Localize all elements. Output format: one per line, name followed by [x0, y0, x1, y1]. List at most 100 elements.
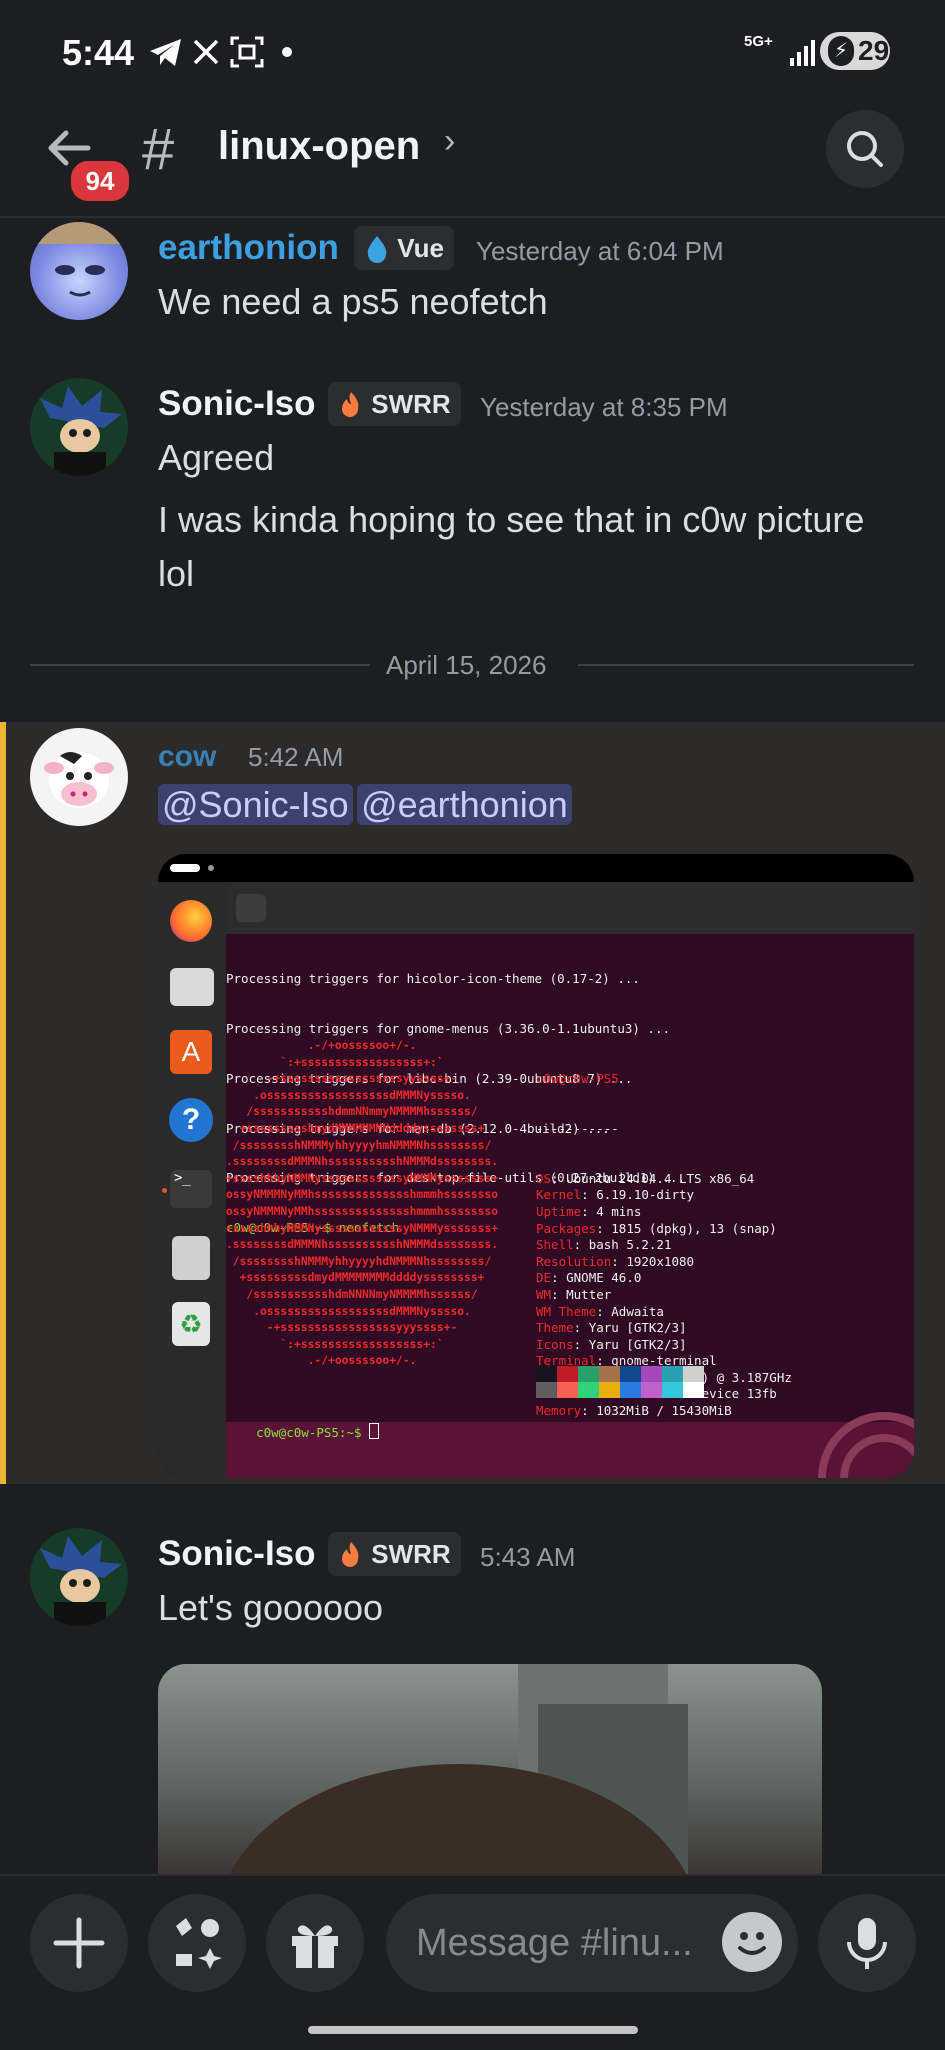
- message-text: Let's goooooo: [158, 1587, 384, 1628]
- ubuntu-logo-icon: [818, 1412, 914, 1478]
- info-value: : Yaru [GTK2/3]: [573, 1336, 687, 1352]
- ascii-line: +sssshhhyNMMNyssssssssssssyNMMMysssssss+: [226, 1221, 499, 1235]
- user-tag: SWRR: [328, 1532, 461, 1576]
- info-value: : 6.19.10-dirty: [581, 1187, 695, 1203]
- channel-hash-icon: #: [142, 117, 175, 182]
- status-time: 5:44: [62, 32, 135, 73]
- avatar[interactable]: [30, 222, 128, 320]
- separator: -----------: [536, 1120, 619, 1136]
- ascii-line: ossyNMMMNyMMhsssssssssssssshmmmhssssssso: [226, 1204, 499, 1218]
- palette-swatch: [620, 1382, 641, 1398]
- info-key: WM Theme: [536, 1303, 597, 1319]
- cursor: [369, 1422, 379, 1439]
- new-tab-icon[interactable]: [236, 894, 266, 922]
- search-button[interactable]: [826, 110, 904, 188]
- ascii-line: /ssssssssssshdmNNNNmyNMMMMhssssss/: [226, 1287, 478, 1301]
- avatar[interactable]: [30, 378, 128, 476]
- terminal-titlebar: [226, 882, 914, 934]
- avatar[interactable]: [30, 728, 128, 826]
- info-value: : 4 mins: [581, 1203, 642, 1219]
- username[interactable]: Sonic-Iso: [158, 1534, 316, 1574]
- timestamp: 5:42 AM: [248, 742, 344, 772]
- message-input-placeholder[interactable]: Message #linu...: [416, 1922, 693, 1965]
- message-text: lol: [158, 553, 195, 594]
- info-line: Packages: 1815 (dpkg), 13 (snap): [536, 1221, 792, 1238]
- timestamp: 5:43 AM: [480, 1542, 576, 1572]
- info-line: Theme: Yaru [GTK2/3]: [536, 1320, 792, 1337]
- info-value: : Yaru [GTK2/3]: [573, 1320, 687, 1336]
- color-palette: [536, 1366, 704, 1398]
- username[interactable]: cow: [158, 740, 216, 774]
- add-attachment-button[interactable]: [30, 1894, 128, 1992]
- username[interactable]: earthonion: [158, 228, 339, 268]
- ascii-logo: .-/+oossssoo+/-. `:+ssssssssssssssssss+:…: [226, 1038, 498, 1370]
- info-value: : Mutter: [551, 1286, 612, 1302]
- username[interactable]: Sonic-Iso: [158, 384, 316, 424]
- log-line: Processing triggers for gnome-menus (3.3…: [226, 1020, 671, 1036]
- help-icon[interactable]: ?: [169, 1098, 213, 1142]
- avatar[interactable]: [30, 1528, 128, 1626]
- divider-line: [30, 664, 370, 666]
- date-divider: April 15, 2026: [386, 650, 547, 680]
- network-label: 5G+: [744, 33, 773, 50]
- info-key: Packages: [536, 1220, 597, 1236]
- message-text: We need a ps5 neofetch: [158, 281, 548, 322]
- chevron-right-icon[interactable]: ›: [444, 122, 455, 161]
- telegram-icon: [150, 39, 181, 66]
- user-tag-label: SWRR: [371, 389, 451, 419]
- gift-button[interactable]: [266, 1894, 364, 1992]
- files-icon[interactable]: [170, 968, 214, 1006]
- activities-dot: [208, 865, 214, 871]
- voice-button[interactable]: [818, 1894, 916, 1992]
- timestamp: Yesterday at 6:04 PM: [476, 236, 724, 266]
- info-line: WM Theme: Adwaita: [536, 1304, 792, 1321]
- apps-button[interactable]: [148, 1894, 246, 1992]
- info-value: : bash 5.2.21: [573, 1237, 672, 1253]
- ascii-line: /ssssssssssshdmmNNmmyNMMMMhssssss/: [226, 1105, 478, 1119]
- info-line: Icons: Yaru [GTK2/3]: [536, 1337, 792, 1354]
- message-text: I was kinda hoping to see that in c0w pi…: [158, 499, 865, 540]
- user-tag-label: Vue: [397, 233, 444, 263]
- mention[interactable]: @earthonion: [357, 784, 572, 825]
- ascii-line: `:+ssssssssssssssssss+:`: [226, 1337, 444, 1351]
- ascii-line: -+ssssssssssssssssssyyssss+-: [226, 1072, 458, 1086]
- app-center-icon[interactable]: A: [170, 1030, 212, 1074]
- ascii-line: .ssssssssdMMMNhsssssssssshNMMMdssssssss.: [226, 1155, 499, 1169]
- palette-swatch: [578, 1366, 599, 1382]
- palette-swatch: [683, 1366, 704, 1382]
- terminal-icon[interactable]: >_: [170, 1170, 212, 1208]
- info-line: Kernel: 6.19.10-dirty: [536, 1187, 792, 1204]
- image-attachment[interactable]: A ? >_ ♻ Processing triggers for hicolor…: [158, 854, 914, 1478]
- palette-swatch: [662, 1382, 683, 1398]
- gif-attachment[interactable]: [158, 1664, 822, 1874]
- palette-swatch: [578, 1382, 599, 1398]
- channel-name[interactable]: linux-open: [218, 124, 420, 169]
- info-key: WM: [536, 1286, 552, 1302]
- message-mentions: @Sonic-Iso @earthonion: [158, 784, 572, 826]
- mention[interactable]: @Sonic-Iso: [158, 784, 353, 825]
- info-key: Shell: [536, 1237, 574, 1253]
- palette-row: [536, 1382, 704, 1398]
- info-key: DE: [536, 1270, 552, 1286]
- user-host: c0w@c0w-PS5: [536, 1071, 619, 1087]
- info-line: Shell: bash 5.2.21: [536, 1237, 792, 1254]
- palette-swatch: [599, 1382, 620, 1398]
- info-line: Memory: 1032MiB / 15430MiB: [536, 1403, 792, 1420]
- info-key: Resolution: [536, 1253, 612, 1269]
- usb-drive-icon[interactable]: [172, 1236, 210, 1280]
- ascii-line: .ossssssssssssssssssdMMMNysssso.: [226, 1088, 471, 1102]
- activities-pill: [170, 864, 200, 872]
- info-key: OS: [536, 1170, 552, 1186]
- timestamp: Yesterday at 8:35 PM: [480, 392, 728, 422]
- emoji-icon[interactable]: [722, 1912, 782, 1972]
- unread-badge: 94: [68, 158, 132, 204]
- trash-icon[interactable]: ♻: [172, 1302, 210, 1346]
- info-line: Uptime: 4 mins: [536, 1204, 792, 1221]
- ascii-line: .ssssssssdMMMNhsssssssssshNMMMdssssssss.: [226, 1238, 499, 1252]
- home-indicator[interactable]: [308, 2026, 638, 2034]
- firefox-icon[interactable]: [170, 900, 212, 942]
- battery-percent: 29: [858, 35, 890, 66]
- info-value: : 1815 (dpkg), 13 (snap): [596, 1220, 777, 1236]
- flame-icon: [342, 392, 359, 417]
- search-icon: [847, 131, 883, 167]
